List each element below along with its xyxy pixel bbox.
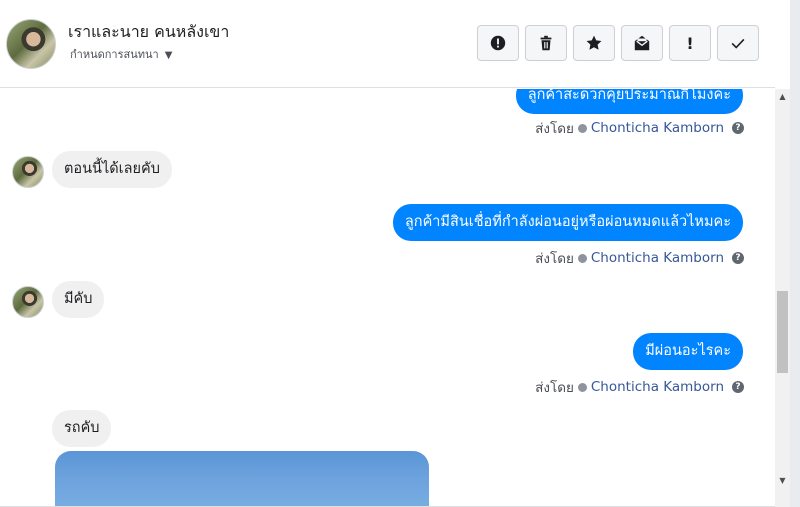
schedule-label: กำหนดการสนทนา — [70, 48, 159, 61]
scroll-up-arrow-icon[interactable]: ▲ — [775, 89, 790, 105]
alert-circle-icon — [490, 35, 506, 51]
caret-down-icon: ▼ — [164, 50, 173, 61]
help-icon[interactable]: ? — [732, 252, 744, 264]
conversation-header: เราและนาย คนหลังเขา กำหนดการสนทนา ▼ ! — [0, 0, 775, 88]
mark-unread-button[interactable] — [621, 25, 663, 61]
follow-up-button[interactable]: ! — [669, 25, 711, 61]
verified-icon — [577, 253, 587, 263]
delete-button[interactable] — [525, 25, 567, 61]
incoming-message: ตอนนี้ได้เลยคับ — [52, 151, 172, 188]
star-icon — [586, 35, 602, 50]
exclamation-icon: ! — [686, 33, 694, 53]
scrollbar-thumb[interactable] — [777, 291, 788, 373]
mark-unread-icon — [634, 35, 650, 51]
sent-by-line: ส่งโดย Chonticha Kamborn ? — [535, 376, 744, 398]
report-spam-button[interactable] — [477, 25, 519, 61]
action-toolbar: ! — [477, 25, 759, 61]
incoming-message: รถคับ — [52, 410, 112, 447]
sent-by-line: ส่งโดย Chonticha Kamborn ? — [535, 117, 744, 139]
agent-name[interactable]: Chonticha Kamborn — [591, 250, 724, 266]
mark-done-button[interactable] — [717, 25, 759, 61]
checkmark-icon — [731, 38, 745, 49]
image-attachment[interactable] — [55, 451, 429, 507]
outgoing-message: ลูกค้าสะดวกคุยประมาณกี่โมงคะ — [515, 89, 743, 114]
trash-icon — [540, 35, 552, 51]
outgoing-message: มีผ่อนอะไรคะ — [633, 333, 743, 370]
scroll-down-arrow-icon[interactable]: ▼ — [775, 473, 790, 489]
star-button[interactable] — [573, 25, 615, 61]
help-icon[interactable]: ? — [732, 122, 744, 134]
sender-avatar[interactable] — [12, 286, 44, 318]
agent-name[interactable]: Chonticha Kamborn — [591, 379, 724, 395]
help-icon[interactable]: ? — [732, 381, 744, 393]
schedule-dropdown[interactable]: กำหนดการสนทนา ▼ — [70, 45, 172, 63]
sent-by-line: ส่งโดย Chonticha Kamborn ? — [535, 247, 744, 269]
sender-avatar[interactable] — [12, 156, 44, 188]
verified-icon — [577, 382, 587, 392]
side-panel-edge — [790, 0, 800, 507]
agent-name[interactable]: Chonticha Kamborn — [591, 120, 724, 136]
contact-avatar[interactable] — [6, 19, 56, 69]
contact-name[interactable]: เราและนาย คนหลังเขา — [68, 20, 229, 45]
scrollbar[interactable]: ▲ ▼ — [775, 89, 790, 507]
message-thread: ลูกค้าสะดวกคุยประมาณกี่โมงคะ ส่งโดย Chon… — [0, 89, 775, 507]
verified-icon — [577, 123, 587, 133]
outgoing-message: ลูกค้ามีสินเชื่อที่กำลังผ่อนอยู่หรือผ่อน… — [392, 204, 743, 241]
incoming-message: มีคับ — [52, 281, 105, 318]
